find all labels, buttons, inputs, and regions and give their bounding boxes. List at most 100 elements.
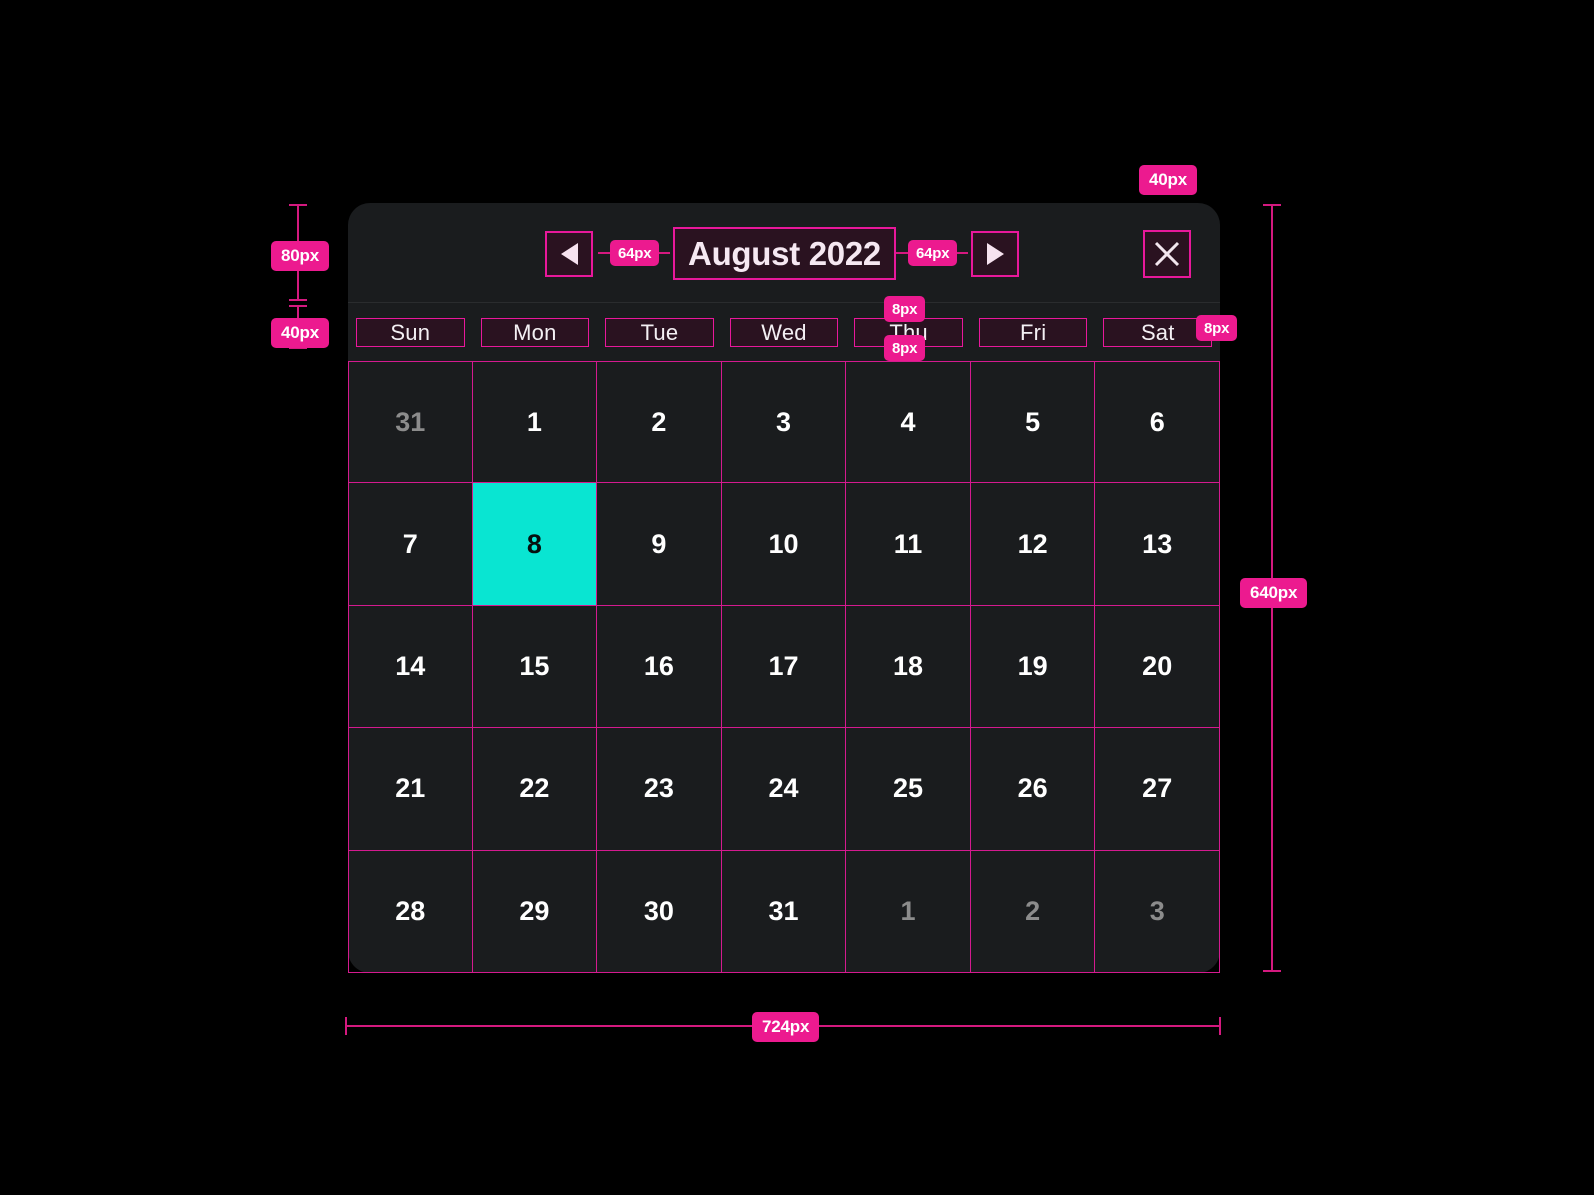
next-month-button[interactable]: [971, 231, 1019, 277]
close-button[interactable]: [1143, 230, 1191, 278]
day-cell[interactable]: 30: [597, 850, 722, 973]
day-number: 27: [1142, 773, 1173, 804]
day-cell[interactable]: 2: [597, 361, 722, 484]
day-cell[interactable]: 15: [472, 605, 598, 729]
calendar-panel: August 2022 Sun Mon Tue Wed Thu Fri Sat 31 1 2 3 4…: [348, 203, 1220, 973]
day-number: 6: [1149, 406, 1165, 437]
day-cell[interactable]: 21: [348, 728, 473, 851]
badge-header-height: 80px: [271, 241, 329, 271]
day-number: 31: [768, 895, 799, 926]
day-cell[interactable]: 9: [597, 483, 722, 606]
day-number: 11: [893, 528, 923, 559]
day-cell[interactable]: 1: [472, 361, 598, 484]
badge-weekday-gap-right: 8px: [1196, 315, 1238, 341]
day-cell[interactable]: 5: [970, 361, 1096, 484]
day-number: 28: [395, 895, 426, 926]
weekday-box: Tue: [605, 318, 714, 347]
day-number: 23: [643, 773, 674, 804]
day-number: 21: [395, 773, 426, 804]
badge-panel-width: 724px: [752, 1012, 820, 1042]
day-cell[interactable]: 3: [1095, 850, 1220, 973]
weekday-cell-wed: Wed: [722, 304, 847, 361]
day-cell[interactable]: 31: [721, 850, 847, 973]
day-number: 16: [643, 650, 674, 681]
badge-panel-height: 640px: [1240, 578, 1308, 608]
day-number: 4: [900, 406, 916, 437]
day-number: 9: [651, 528, 667, 559]
day-number: 26: [1017, 773, 1048, 804]
day-cell[interactable]: 22: [472, 728, 598, 851]
close-x-icon: [1154, 241, 1180, 267]
badge-weekday-gap-top: 8px: [884, 296, 926, 322]
day-cell[interactable]: 13: [1095, 483, 1220, 606]
day-cell[interactable]: 23: [597, 728, 722, 851]
day-number: 3: [1149, 895, 1165, 926]
day-number: 17: [768, 650, 799, 681]
day-number: 29: [519, 895, 550, 926]
weekday-label: Sun: [390, 319, 431, 345]
day-cell[interactable]: 18: [846, 605, 971, 729]
day-cell[interactable]: 25: [846, 728, 971, 851]
weekday-label: Fri: [1020, 319, 1047, 345]
triangle-left-icon: [560, 243, 578, 265]
day-cell[interactable]: 16: [597, 605, 722, 729]
day-number: 15: [519, 650, 550, 681]
day-cell[interactable]: 2: [970, 850, 1096, 973]
day-number: 1: [526, 406, 542, 437]
day-cell[interactable]: 27: [1095, 728, 1220, 851]
day-cell[interactable]: 10: [721, 483, 847, 606]
day-cell[interactable]: 4: [846, 361, 971, 484]
weekday-label: Tue: [640, 319, 679, 345]
weekday-cell-tue: Tue: [597, 304, 722, 361]
day-number: 24: [768, 773, 799, 804]
day-grid: 31 1 2 3 4 5 6 7 8 9 10 11 12 13 14 15 16 17 18 19 20 21 22 23 2…: [348, 361, 1220, 973]
day-cell[interactable]: 3: [721, 361, 847, 484]
day-number: 2: [1025, 895, 1041, 926]
day-number: 31: [395, 406, 426, 437]
day-number: 20: [1142, 650, 1173, 681]
day-cell[interactable]: 17: [721, 605, 847, 729]
day-number: 13: [1142, 528, 1173, 559]
weekday-box: Mon: [480, 318, 590, 347]
measure-cap: [289, 299, 307, 301]
day-cell[interactable]: 7: [348, 483, 473, 606]
day-cell[interactable]: 20: [1095, 605, 1220, 729]
weekday-label: Mon: [513, 319, 557, 345]
day-number: 14: [395, 650, 426, 681]
triangle-right-icon: [986, 243, 1004, 265]
day-cell[interactable]: 12: [970, 483, 1096, 606]
day-cell-selected[interactable]: 8: [472, 483, 598, 606]
weekday-cell-sun: Sun: [348, 304, 473, 361]
day-cell[interactable]: 28: [348, 850, 473, 973]
day-cell[interactable]: 14: [348, 605, 473, 729]
day-number: 3: [775, 406, 791, 437]
day-number: 7: [402, 528, 418, 559]
badge-weekday-gap-bottom: 8px: [884, 335, 926, 361]
day-cell[interactable]: 19: [970, 605, 1096, 729]
weekday-box: Wed: [729, 318, 839, 347]
weekday-header-row: Sun Mon Tue Wed Thu Fri Sat: [348, 304, 1220, 361]
day-number: 2: [651, 406, 667, 437]
weekday-cell-mon: Mon: [473, 304, 598, 361]
measure-cap: [1263, 970, 1281, 972]
day-number: 25: [893, 773, 924, 804]
day-cell[interactable]: 26: [970, 728, 1096, 851]
badge-top-offset: 40px: [1139, 165, 1197, 195]
day-number: 8: [526, 528, 542, 559]
day-number: 1: [900, 895, 916, 926]
badge-weekday-height: 40px: [271, 318, 329, 348]
prev-month-button[interactable]: [545, 231, 593, 277]
calendar-header: August 2022: [348, 203, 1220, 303]
day-cell[interactable]: 31: [348, 361, 473, 484]
day-cell[interactable]: 24: [721, 728, 847, 851]
month-title-box: August 2022: [673, 227, 896, 280]
day-cell[interactable]: 6: [1095, 361, 1220, 484]
weekday-box: Sun: [356, 318, 465, 347]
weekday-box: Fri: [978, 318, 1088, 347]
day-number: 10: [768, 528, 799, 559]
day-cell[interactable]: 29: [472, 850, 598, 973]
badge-next-gap: 64px: [908, 240, 958, 266]
day-cell[interactable]: 11: [846, 483, 971, 606]
day-number: 18: [893, 650, 924, 681]
day-cell[interactable]: 1: [846, 850, 971, 973]
